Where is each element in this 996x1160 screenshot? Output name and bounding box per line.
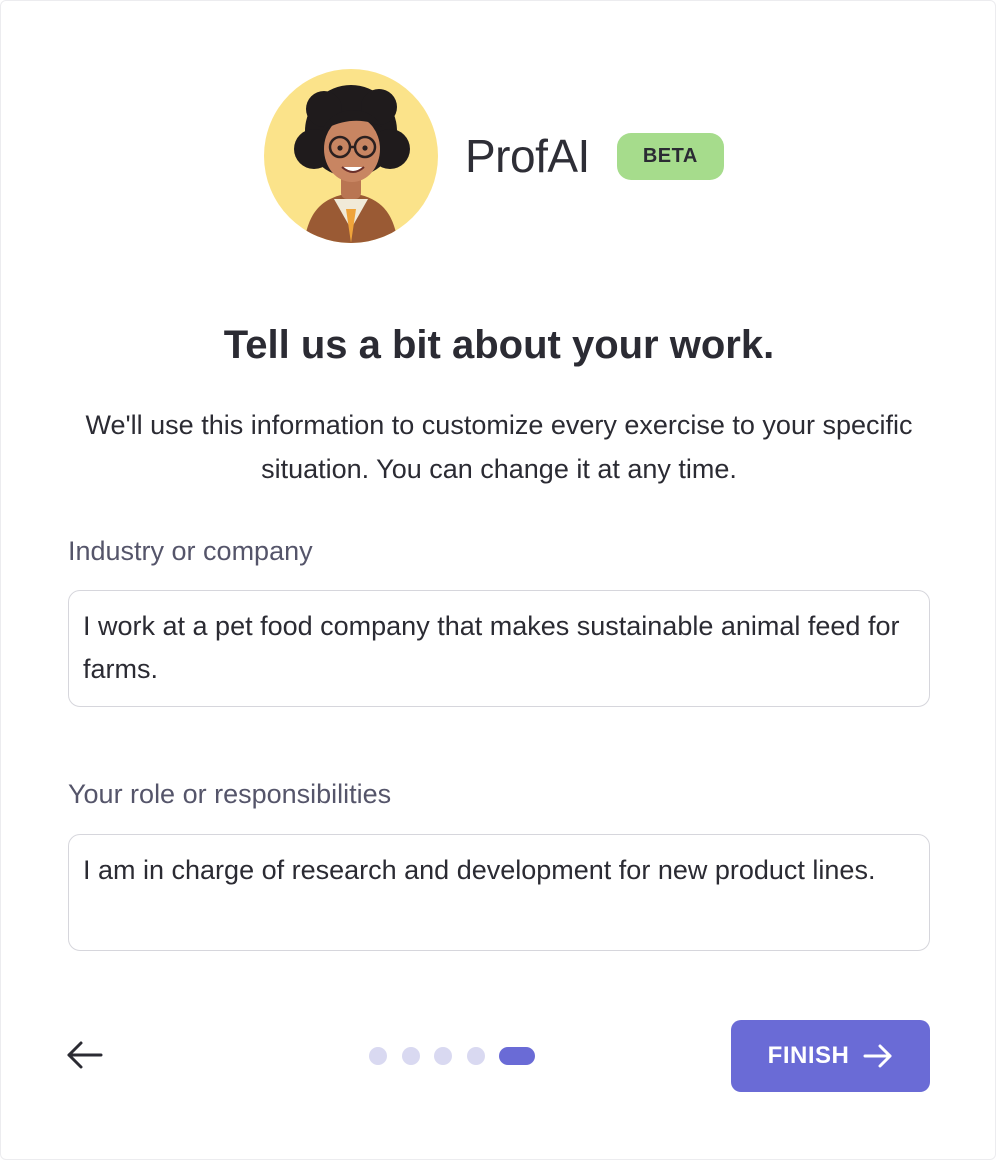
beta-badge: BETA (616, 132, 724, 180)
step-dot (401, 1047, 420, 1065)
step-indicator (369, 1047, 535, 1065)
onboarding-card: ProfAI BETA Tell us a bit about your wor… (0, 0, 996, 1160)
finish-button[interactable]: FINISH (731, 1020, 930, 1092)
step-dot (434, 1047, 452, 1065)
back-button[interactable] (63, 1035, 107, 1075)
teacher-avatar-icon (294, 85, 410, 243)
arrow-right-icon (863, 1043, 893, 1069)
page-subtitle: We'll use this information to customize … (85, 410, 913, 484)
role-input[interactable]: I am in charge of research and developme… (68, 834, 930, 951)
step-dot-active (499, 1047, 535, 1065)
brand-header: ProfAI BETA (264, 69, 724, 243)
industry-input[interactable]: I work at a pet food company that makes … (68, 590, 930, 707)
brand-name: ProfAI (465, 130, 590, 182)
step-dot (466, 1047, 485, 1065)
avatar (264, 69, 438, 243)
step-dot (369, 1047, 387, 1065)
arrow-left-icon (67, 1041, 103, 1069)
finish-label: FINISH (767, 1042, 850, 1069)
page-title: Tell us a bit about your work. (223, 323, 775, 367)
industry-label: Industry or company (68, 536, 313, 566)
role-label: Your role or responsibilities (68, 779, 392, 809)
